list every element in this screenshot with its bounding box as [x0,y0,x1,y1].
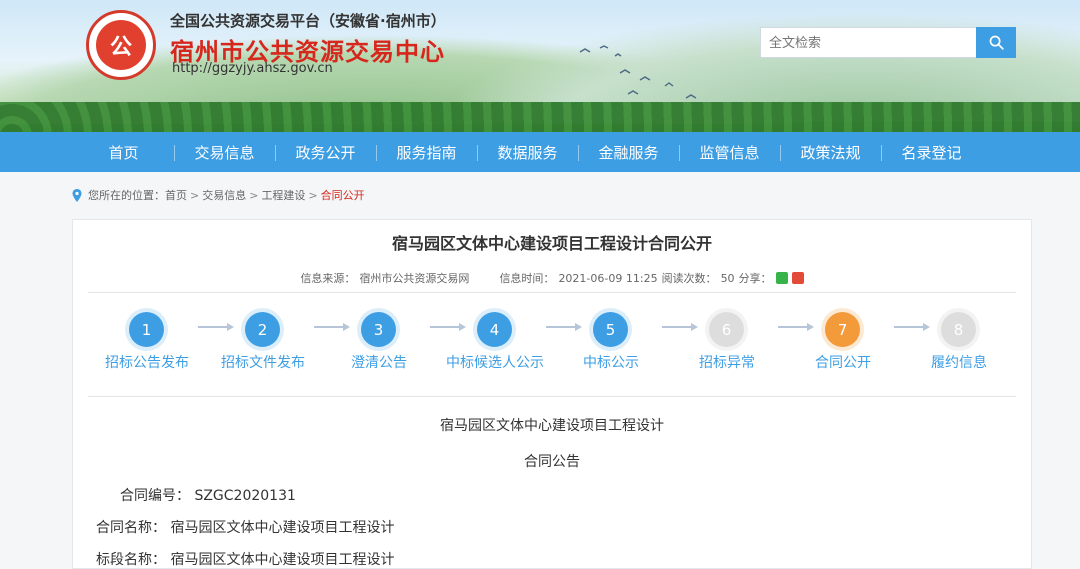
breadcrumb-separator: > [249,188,259,202]
nav-item-service-guide[interactable]: 服务指南 [376,142,477,163]
step-number: 1 [129,312,164,347]
breadcrumb-construction[interactable]: 工程建设 [261,187,305,203]
breadcrumb-prefix: 您所在的位置： [88,189,165,202]
main-nav: 首页 交易信息 政务公开 服务指南 数据服务 金融服务 监管信息 政策法规 名录… [0,132,1080,172]
divider [88,292,1016,293]
breadcrumb-separator: > [190,188,200,202]
article-panel: 宿马园区文体中心建设项目工程设计合同公开 信息来源： 宿州市公共资源交易网 信息… [72,219,1032,569]
step-arrow [198,323,234,331]
step-number: 3 [361,312,396,347]
breadcrumb: 您所在的位置： 首页 > 交易信息 > 工程建设 > 合同公开 [0,172,1080,218]
contract-heading: 宿马园区文体中心建设项目工程设计 [440,418,664,434]
step-arrow [662,323,698,331]
reads-value: 50 [720,271,735,285]
step-label: 澄清公告 [351,355,407,371]
birds-icon [579,45,697,99]
time-info: 信息时间： 2021-06-09 11:25 阅读次数： 50 分享： [499,270,804,286]
source-info: 信息来源： 宿州市公共资源交易网 [300,270,469,286]
site-url: http://ggzyjy.ahsz.gov.cn [172,61,333,76]
nav-item-registry[interactable]: 名录登记 [881,142,982,163]
breadcrumb-current[interactable]: 合同公开 [321,187,365,203]
contract-content: 宿马园区文体中心建设项目工程设计 合同公告 合同编号： SZGC2020131 … [73,415,1031,569]
step-3[interactable]: 3 澄清公告 [339,308,419,378]
source-value: 宿州市公共资源交易网 [359,272,470,285]
contract-subheading: 合同公告 [524,454,580,470]
step-label: 履约信息 [931,355,987,371]
field-value: SZGC2020131 [194,488,296,504]
step-6[interactable]: 6 招标异常 [687,308,767,378]
step-1[interactable]: 1 招标公告发布 [105,308,189,378]
nav-item-data-service[interactable]: 数据服务 [477,142,578,163]
nav-item-home[interactable]: 首页 [73,142,174,163]
step-arrow [430,323,466,331]
field-label: 合同名称： [96,520,166,536]
site-header: 公 全国公共资源交易平台（安徽省·宿州市） 宿州市公共资源交易中心 http:/… [0,0,1080,132]
step-number: 6 [709,312,744,347]
source-label: 信息来源： [300,272,356,285]
search-button[interactable] [976,27,1016,58]
step-label: 中标公示 [583,355,639,371]
step-number: 4 [477,312,512,347]
platform-name: 全国公共资源交易平台（安徽省·宿州市） [170,12,446,30]
step-label: 招标公告发布 [105,355,189,371]
article-title: 宿马园区文体中心建设项目工程设计合同公开 [391,234,712,253]
step-7[interactable]: 7 合同公开 [803,308,883,378]
step-label: 合同公开 [815,355,871,371]
field-label: 合同编号： [120,488,190,504]
search-icon [989,35,1004,50]
breadcrumb-home[interactable]: 首页 [165,187,187,203]
step-label: 招标异常 [699,355,755,371]
process-steps: 1 招标公告发布 2 招标文件发布 3 澄清公告 4 中标候选人公示 5 中标公… [73,308,1031,378]
step-label: 招标文件发布 [221,355,305,371]
location-pin-icon [72,188,82,202]
time-label: 信息时间： [499,272,555,285]
nav-item-finance[interactable]: 金融服务 [578,142,679,163]
forest-graphic [0,102,1080,132]
share-label: 分享： [738,272,772,285]
step-number: 8 [941,312,976,347]
step-2[interactable]: 2 招标文件发布 [221,308,305,378]
step-5[interactable]: 5 中标公示 [571,308,651,378]
contract-name-row: 合同名称： 宿马园区文体中心建设项目工程设计 [73,517,1031,537]
reads-label: 阅读次数： [661,272,717,285]
field-value: 宿马园区文体中心建设项目工程设计 [170,520,395,536]
step-4[interactable]: 4 中标候选人公示 [446,308,544,378]
nav-item-trade-info[interactable]: 交易信息 [174,142,275,163]
weibo-icon[interactable] [791,272,804,284]
step-number: 7 [825,312,860,347]
logo-mark: 公 [96,20,146,70]
wechat-icon[interactable] [775,272,788,284]
contract-number-row: 合同编号： SZGC2020131 [73,485,1031,505]
breadcrumb-trade-info[interactable]: 交易信息 [202,187,246,203]
step-number: 5 [593,312,628,347]
step-arrow [894,323,930,331]
article-meta: 信息来源： 宿州市公共资源交易网 信息时间： 2021-06-09 11:25 … [73,270,1031,286]
step-label: 中标候选人公示 [446,355,544,371]
step-arrow [314,323,350,331]
step-arrow [546,323,582,331]
field-label: 标段名称： [96,552,166,568]
divider [88,396,1016,397]
nav-item-policy[interactable]: 政策法规 [780,142,881,163]
step-arrow [778,323,814,331]
nav-item-gov-affairs[interactable]: 政务公开 [275,142,376,163]
search-bar [760,27,1016,58]
search-input[interactable] [760,27,976,58]
time-value: 2021-06-09 11:25 [558,271,658,285]
field-value: 宿马园区文体中心建设项目工程设计 [170,552,395,568]
breadcrumb-separator: > [308,188,318,202]
section-name-row: 标段名称： 宿马园区文体中心建设项目工程设计 [73,549,1031,569]
step-number: 2 [245,312,280,347]
step-8[interactable]: 8 履约信息 [919,308,999,378]
site-logo[interactable]: 公 [86,10,156,80]
nav-item-supervision[interactable]: 监管信息 [679,142,780,163]
